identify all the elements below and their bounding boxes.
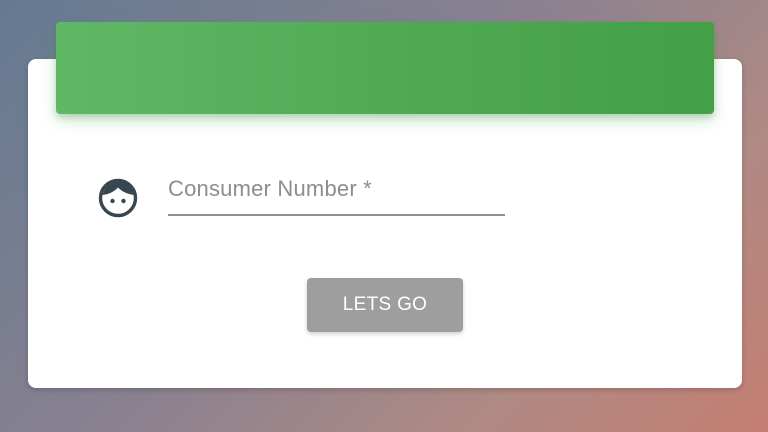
face-icon <box>97 177 139 219</box>
consumer-number-input[interactable] <box>168 168 505 214</box>
consumer-number-field[interactable]: Consumer Number * <box>168 168 505 218</box>
card-header-banner <box>56 22 714 114</box>
consumer-number-underline <box>168 214 505 216</box>
lets-go-button[interactable]: LETS GO <box>307 278 463 332</box>
